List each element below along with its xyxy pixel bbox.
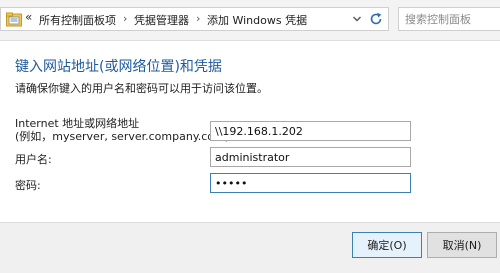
ok-button[interactable]: 确定(O) — [352, 232, 422, 258]
address-label-line2: (例如，myserver, server.company.com): — [15, 130, 233, 143]
cancel-button[interactable]: 取消(N) — [427, 232, 497, 258]
breadcrumb-add-windows-credential[interactable]: 添加 Windows 凭据 — [207, 12, 307, 28]
address-bar-region: « 所有控制面板项 › 凭据管理器 › 添加 Windows 凭据 — [0, 0, 500, 41]
breadcrumb-all-control-panel-items[interactable]: 所有控制面板项 — [39, 12, 116, 28]
folder-icon — [6, 12, 22, 27]
page-title: 键入网站地址(或网络位置)和凭据 — [15, 59, 222, 75]
refresh-icon[interactable] — [368, 11, 384, 27]
breadcrumb-separator[interactable]: › — [123, 12, 127, 25]
address-bar[interactable]: « 所有控制面板项 › 凭据管理器 › 添加 Windows 凭据 — [0, 7, 389, 31]
dialog-footer: 确定(O) 取消(N) — [0, 222, 500, 273]
chevron-down-icon[interactable] — [352, 14, 362, 24]
network-address-input[interactable] — [210, 121, 411, 141]
breadcrumb-credential-manager[interactable]: 凭据管理器 — [134, 12, 189, 28]
search-input[interactable] — [405, 11, 495, 27]
page-description: 请确保你键入的用户名和密码可以用于访问该位置。 — [15, 82, 268, 95]
username-label: 用户名: — [15, 153, 52, 166]
breadcrumb-overflow[interactable]: « — [25, 10, 32, 24]
username-input[interactable] — [210, 147, 411, 167]
search-box[interactable] — [398, 7, 500, 31]
password-input[interactable] — [210, 173, 411, 193]
breadcrumb-separator[interactable]: › — [196, 12, 200, 25]
password-label: 密码: — [15, 179, 41, 192]
